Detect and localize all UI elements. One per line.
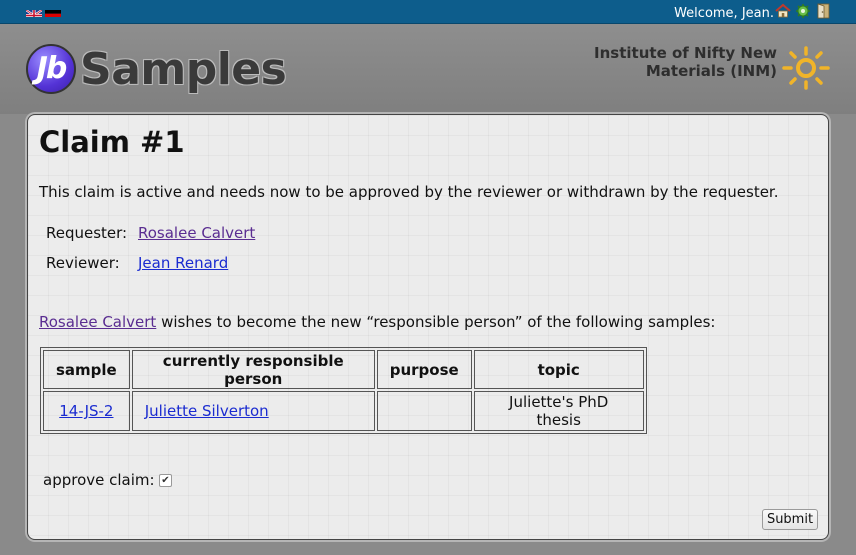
uk-flag-icon[interactable] — [26, 6, 42, 17]
sample-cell: 14-JS-2 — [43, 391, 130, 431]
table-header-row: sample currently responsible person purp… — [43, 350, 644, 389]
requester-label: Requester: — [46, 224, 128, 242]
wish-person-link[interactable]: Rosalee Calvert — [39, 313, 156, 331]
column-header-sample: sample — [43, 350, 130, 389]
reviewer-link[interactable]: Jean Renard — [138, 254, 228, 272]
welcome-text: Welcome, Jean. — [674, 6, 774, 21]
sun-logo-icon — [782, 46, 830, 90]
settings-icon[interactable] — [795, 3, 811, 19]
column-header-responsible-person: currently responsible person — [131, 350, 375, 389]
logo-mark[interactable]: Jb — [26, 44, 76, 94]
person-cell: Juliette Silverton — [131, 391, 375, 431]
logo-text[interactable]: Samples — [80, 44, 287, 95]
table-row: 14-JS-2 Juliette Silverton Juliette's Ph… — [43, 391, 644, 431]
submit-button[interactable]: Submit — [762, 509, 818, 530]
samples-table: sample currently responsible person purp… — [40, 347, 647, 434]
wish-text: wishes to become the new “responsible pe… — [156, 313, 716, 331]
reviewer-label: Reviewer: — [46, 254, 120, 272]
logout-icon[interactable] — [815, 3, 831, 19]
german-flag-icon[interactable] — [45, 6, 61, 17]
claim-panel: Claim #1 This claim is active and needs … — [27, 114, 829, 540]
sample-link[interactable]: 14-JS-2 — [59, 402, 113, 420]
wish-sentence: Rosalee Calvert wishes to become the new… — [39, 313, 715, 331]
column-header-purpose: purpose — [376, 350, 472, 389]
home-icon[interactable] — [775, 3, 791, 19]
institute-name: Institute of Nifty New Materials (INM) — [594, 44, 777, 80]
purpose-cell — [376, 391, 472, 431]
requester-link[interactable]: Rosalee Calvert — [138, 224, 255, 242]
approve-claim-label: approve claim: — [43, 471, 155, 489]
topic-cell: Juliette's PhD thesis — [473, 391, 644, 431]
claim-status-text: This claim is active and needs now to be… — [39, 183, 779, 201]
column-header-topic: topic — [473, 350, 644, 389]
top-bar: Welcome, Jean. — [0, 0, 856, 24]
page-title: Claim #1 — [39, 125, 185, 159]
responsible-person-link[interactable]: Juliette Silverton — [145, 402, 269, 420]
approve-claim-checkbox[interactable]: ✔ — [159, 474, 172, 487]
